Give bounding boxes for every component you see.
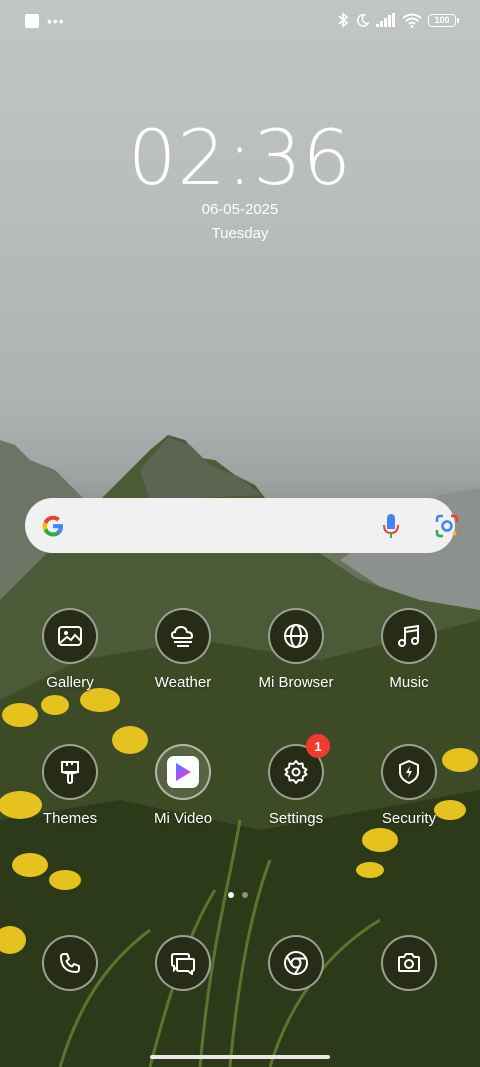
more-dots-icon: ••• (47, 13, 65, 29)
phone-icon (60, 953, 80, 973)
wifi-icon (402, 13, 422, 28)
app-label: Mi Video (153, 810, 213, 827)
google-lens-icon[interactable] (434, 513, 460, 539)
app-label: Settings (268, 810, 324, 827)
paintbrush-icon (61, 761, 79, 785)
home-gesture-bar[interactable] (150, 1055, 330, 1059)
music-note-icon (398, 624, 419, 647)
dock-phone[interactable] (25, 935, 115, 991)
notification-badge: 1 (306, 734, 330, 758)
app-gallery[interactable]: Gallery (25, 608, 115, 691)
google-search-bar[interactable] (25, 498, 459, 553)
image-icon (58, 626, 82, 646)
app-mi-browser[interactable]: Mi Browser (251, 608, 341, 691)
cloud-icon (170, 625, 194, 647)
bluetooth-icon (338, 12, 349, 28)
app-settings[interactable]: 1 Settings (251, 734, 341, 827)
app-mi-video[interactable]: Mi Video (138, 744, 228, 827)
globe-icon (284, 624, 308, 648)
google-logo (42, 515, 63, 537)
battery-indicator: 100 (428, 13, 459, 27)
app-label: Themes (42, 810, 98, 827)
clock-day: Tuesday (211, 225, 269, 242)
microphone-icon[interactable] (381, 512, 401, 540)
app-label: Mi Browser (258, 674, 334, 691)
cellular-signal-icon (376, 13, 395, 27)
app-label: Security (381, 810, 437, 827)
do-not-disturb-moon-icon (356, 13, 370, 27)
messages-icon (171, 953, 195, 975)
clock-date: 06-05-2025 (201, 201, 279, 218)
dock-camera[interactable] (364, 935, 454, 991)
app-label: Gallery (46, 674, 94, 691)
app-security[interactable]: Security (364, 744, 454, 827)
status-bar: ••• 100 (0, 0, 480, 44)
app-weather[interactable]: Weather (138, 608, 228, 691)
camera-icon (398, 953, 420, 972)
app-label: Music (389, 674, 429, 691)
page-dot-active (228, 892, 234, 898)
chrome-icon (284, 951, 308, 975)
square-notification-icon (25, 14, 39, 28)
clock-time[interactable]: 02:36 (0, 118, 480, 198)
page-dot (242, 892, 248, 898)
play-icon (176, 763, 191, 781)
shield-bolt-icon (399, 759, 419, 785)
battery-level: 100 (434, 15, 450, 25)
gear-icon (284, 760, 308, 784)
page-indicator (228, 892, 248, 898)
app-music[interactable]: Music (364, 608, 454, 691)
app-themes[interactable]: Themes (25, 744, 115, 827)
dock-chrome[interactable] (251, 935, 341, 991)
dock-messages[interactable] (138, 935, 228, 991)
app-label: Weather (154, 674, 212, 691)
